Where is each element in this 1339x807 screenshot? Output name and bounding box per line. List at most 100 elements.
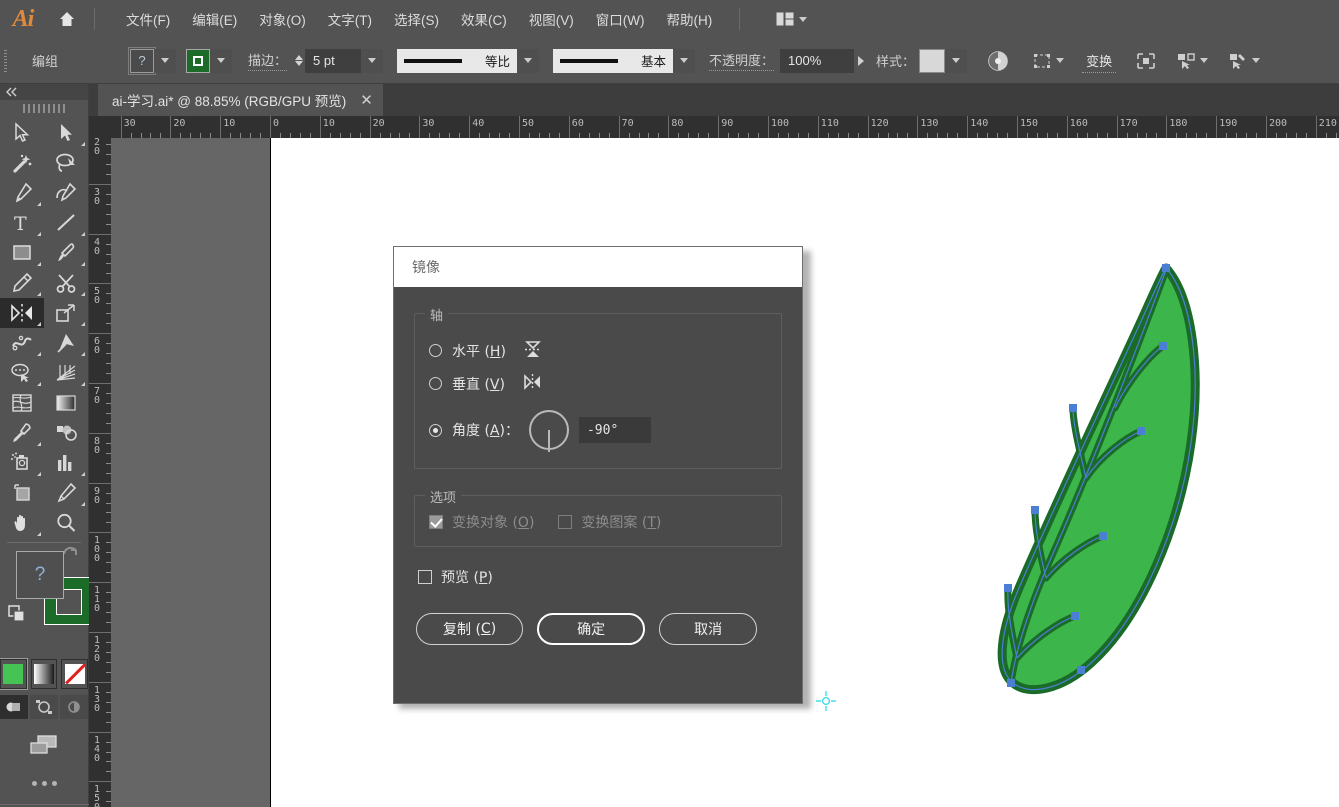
free-transform-tool[interactable] — [44, 328, 88, 358]
opacity-input[interactable]: 100% — [780, 48, 855, 73]
brush-definition-select[interactable]: 基本 — [553, 48, 674, 73]
recolor-artwork-icon[interactable] — [983, 50, 1013, 72]
zoom-tool[interactable] — [44, 508, 88, 538]
change-screen-mode-icon[interactable] — [0, 733, 88, 759]
ok-button[interactable]: 确定 — [537, 613, 646, 645]
perspective-grid-tool[interactable] — [44, 358, 88, 388]
tools-panel-collapse-button[interactable] — [0, 84, 88, 100]
control-bar-grip[interactable] — [0, 38, 10, 84]
selection-tool[interactable] — [0, 118, 44, 148]
blend-tool[interactable] — [44, 418, 88, 448]
edit-toolbar-ellipsis-icon[interactable] — [0, 781, 88, 786]
menu-help[interactable]: 帮助(H) — [655, 5, 723, 33]
fill-color-swatch[interactable]: ? — [16, 551, 64, 599]
angle-input[interactable]: -90° — [578, 417, 651, 443]
menu-edit[interactable]: 编辑(E) — [181, 5, 248, 33]
line-segment-tool[interactable] — [44, 208, 88, 238]
menu-object[interactable]: 对象(O) — [248, 5, 317, 33]
stroke-weight-dropdown-button[interactable] — [361, 48, 384, 73]
isolate-selected-icon[interactable] — [1132, 52, 1160, 70]
hand-tool[interactable] — [0, 508, 44, 538]
pen-tool[interactable] — [0, 178, 44, 208]
axis-horizontal-radio[interactable] — [429, 344, 442, 357]
menu-select[interactable]: 选择(S) — [383, 5, 450, 33]
ruler-label: 0 — [273, 118, 280, 129]
stroke-control[interactable] — [186, 48, 233, 73]
opacity-label[interactable]: 不透明度： — [709, 50, 775, 71]
draw-behind-icon[interactable] — [30, 695, 58, 719]
draw-inside-icon[interactable] — [60, 695, 88, 719]
copy-button[interactable]: 复制 (C) — [416, 613, 524, 645]
arrange-documents-button[interactable] — [770, 8, 813, 30]
mesh-tool[interactable] — [0, 388, 44, 418]
symbol-sprayer-tool[interactable] — [0, 448, 44, 478]
scissors-tool[interactable] — [44, 268, 88, 298]
menu-type[interactable]: 文字(T) — [317, 5, 383, 33]
column-graph-tool[interactable] — [44, 448, 88, 478]
width-profile-dropdown-button[interactable] — [517, 48, 540, 73]
none-icon[interactable] — [61, 659, 89, 689]
stroke-weight-input[interactable]: 5 pt — [305, 48, 362, 73]
axis-vertical-radio[interactable] — [429, 377, 442, 390]
draw-normal-icon[interactable] — [0, 695, 28, 719]
variable-width-profile-select[interactable]: 等比 — [397, 48, 518, 73]
lasso-tool[interactable] — [44, 148, 88, 178]
axis-horizontal-row[interactable]: 水平 (H) — [429, 338, 767, 363]
select-similar-objects-icon[interactable] — [1172, 52, 1212, 70]
transform-button[interactable]: 变换 — [1082, 49, 1117, 73]
menu-window[interactable]: 窗口(W) — [585, 5, 656, 33]
menu-effect[interactable]: 效果(C) — [450, 5, 518, 33]
stroke-weight-stepper[interactable] — [295, 55, 304, 66]
axis-angle-row[interactable]: 角度 (A)： -90° — [429, 410, 767, 452]
close-icon[interactable]: ✕ — [360, 93, 373, 108]
width-tool[interactable] — [0, 328, 44, 358]
slice-tool[interactable] — [44, 478, 88, 508]
document-setup-icon[interactable] — [1224, 52, 1264, 70]
preview-checkbox[interactable] — [418, 570, 432, 584]
fill-control[interactable]: ? — [128, 46, 177, 75]
tools-panel-drag-handle[interactable] — [0, 100, 88, 116]
graphic-style-swatch[interactable] — [919, 48, 946, 73]
pencil-tool[interactable] — [0, 268, 44, 298]
vertical-ruler[interactable]: 20 30 40 50 60 70 80 90 100 110 120 130 140 150 — [89, 138, 111, 807]
color-swatch-icon[interactable] — [0, 658, 28, 690]
direct-selection-tool[interactable] — [44, 118, 88, 148]
brush-dropdown-button[interactable] — [673, 48, 696, 73]
scale-tool[interactable] — [44, 298, 88, 328]
artboard-tool[interactable] — [0, 478, 44, 508]
eyedropper-tool[interactable] — [0, 418, 44, 448]
menu-file[interactable]: 文件(F) — [115, 5, 181, 33]
opacity-expand-button[interactable] — [854, 55, 868, 66]
document-tab[interactable]: ai-学习.ai* @ 88.85% (RGB/GPU 预览) ✕ — [98, 84, 383, 116]
chevron-down-icon — [368, 58, 377, 63]
type-tool[interactable]: T — [0, 208, 44, 238]
gradient-tool[interactable] — [44, 388, 88, 418]
style-dropdown-button[interactable] — [945, 48, 968, 73]
reflect-dialog[interactable]: 镜像 轴 水平 (H) 垂直 (V) 角度 (A)： -90° 选项 变换对象 … — [393, 246, 803, 704]
paintbrush-tool[interactable] — [44, 238, 88, 268]
axis-vertical-row[interactable]: 垂直 (V) — [429, 371, 767, 396]
angle-dial-icon[interactable] — [528, 410, 569, 452]
options-fieldset: 选项 变换对象 (O) 变换图案 (T) — [414, 487, 782, 547]
gradient-icon[interactable] — [30, 659, 58, 689]
shape-builder-tool[interactable] — [0, 358, 44, 388]
stroke-swatch[interactable] — [186, 48, 211, 73]
rectangle-tool[interactable] — [0, 238, 44, 268]
swap-fill-stroke-icon[interactable] — [8, 605, 28, 628]
preview-checkbox-row[interactable]: 预览 (P) — [418, 567, 782, 587]
stroke-weight-label[interactable]: 描边： — [248, 50, 288, 71]
home-icon[interactable] — [46, 0, 88, 38]
horizontal-ruler[interactable]: 30 20 10 0 10 20 30 40 50 60 70 80 90 100 110 120 130 140… — [89, 116, 1339, 138]
menu-view[interactable]: 视图(V) — [518, 5, 585, 33]
curvature-tool[interactable] — [44, 178, 88, 208]
ruler-tick — [89, 532, 111, 534]
reflect-tool[interactable] — [0, 298, 44, 328]
stroke-dropdown-button[interactable] — [210, 48, 233, 73]
cancel-button[interactable]: 取消 — [659, 613, 758, 645]
align-icon[interactable] — [1029, 52, 1068, 70]
fill-swatch[interactable]: ? — [128, 46, 157, 75]
magic-wand-tool[interactable] — [0, 148, 44, 178]
ruler-tick — [369, 116, 371, 138]
fill-dropdown-button[interactable] — [154, 48, 177, 73]
axis-angle-radio[interactable] — [429, 423, 442, 437]
